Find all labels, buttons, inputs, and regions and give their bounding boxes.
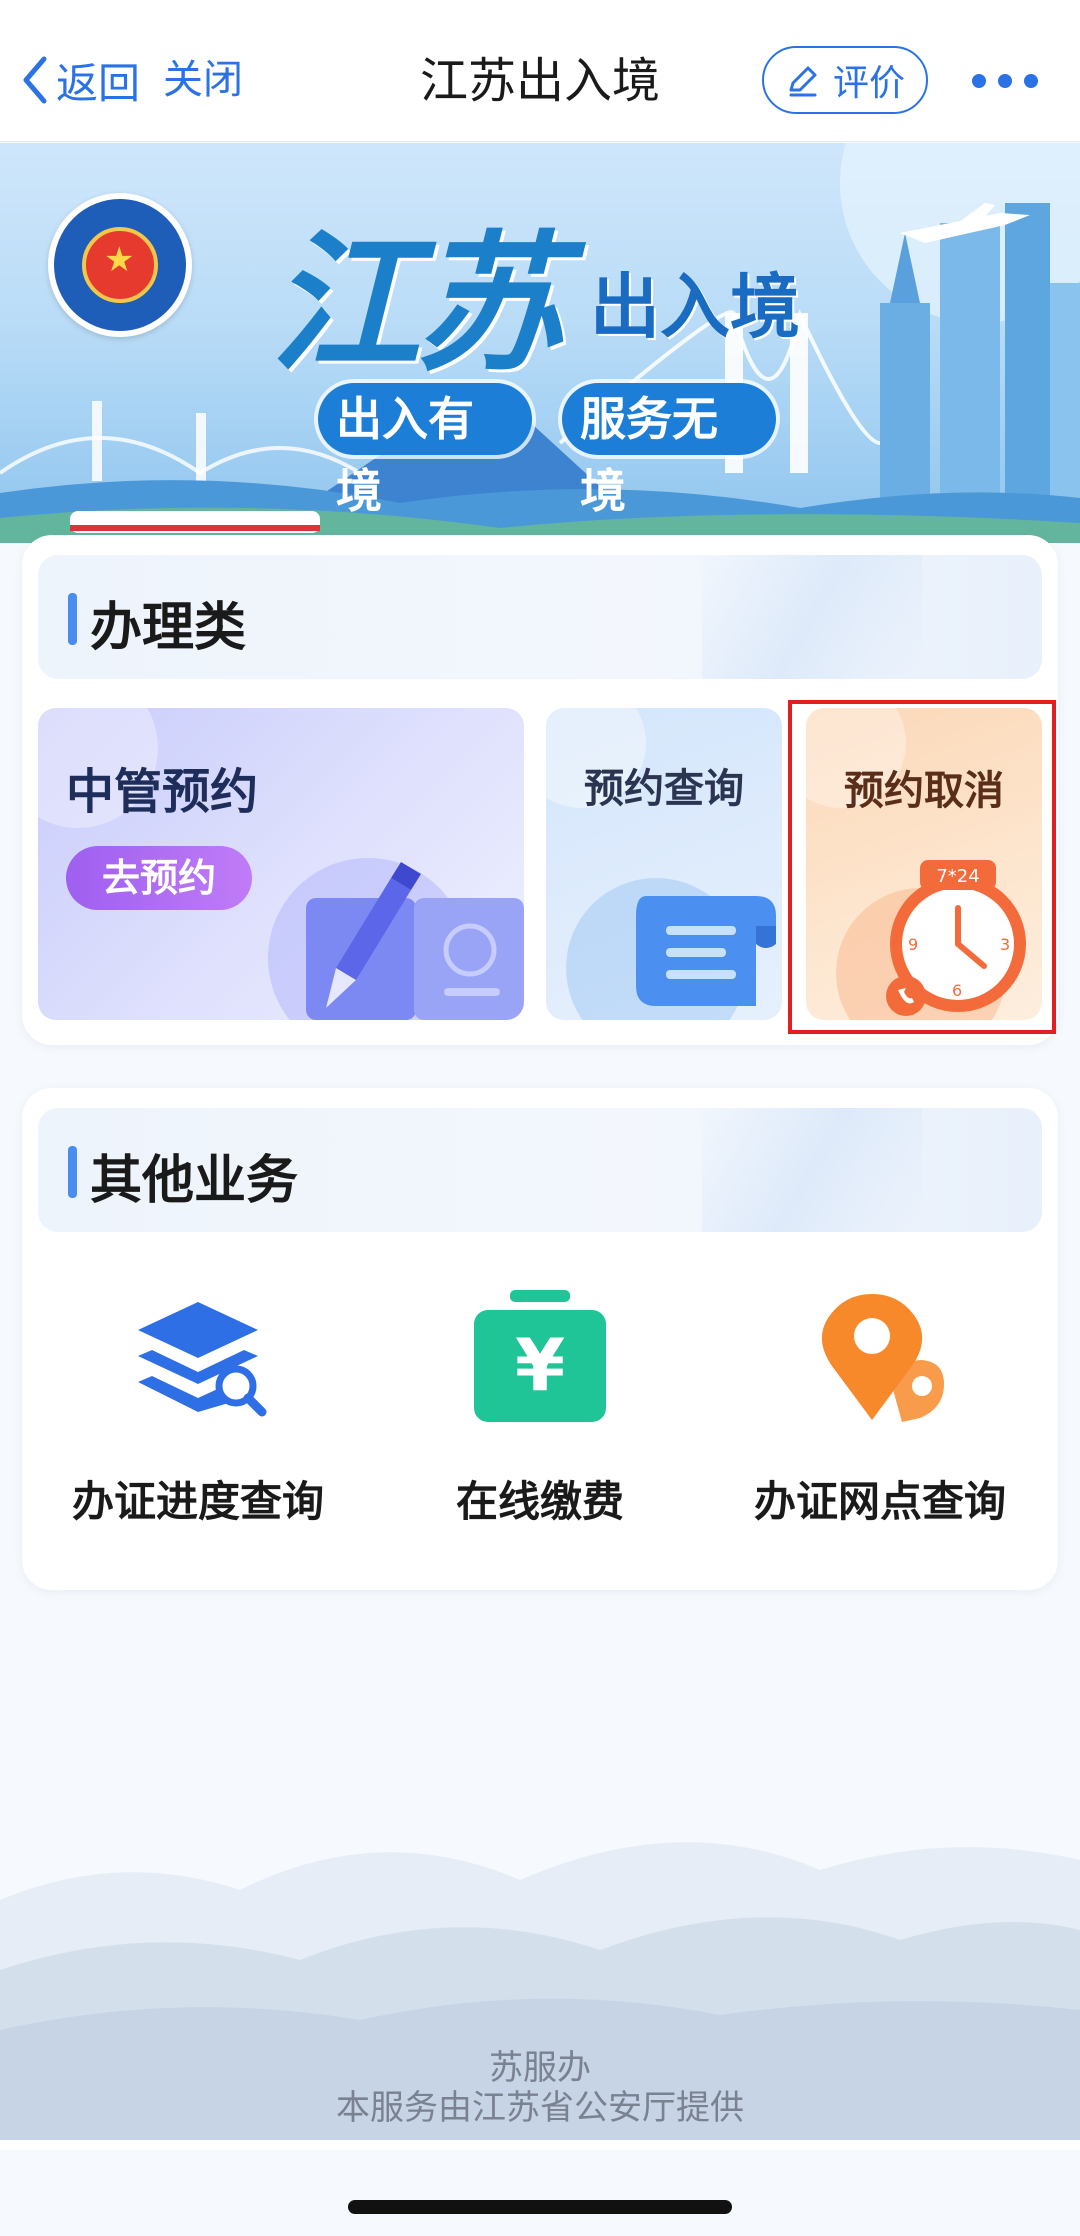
immigration-logo: ★ — [48, 193, 192, 337]
nav-bar: 返回 关闭 江苏出入境 评价 — [0, 0, 1080, 142]
home-indicator[interactable] — [348, 2200, 732, 2214]
edit-pen-icon — [789, 66, 817, 97]
tile-appointment[interactable]: 中管预约 去预约 — [38, 708, 524, 1020]
service-payment-label: 在线缴费 — [455, 1477, 624, 1526]
banner: ★ 江苏 出入境 出入有境 服务无境 — [0, 143, 1080, 543]
slogan-2: 服务无境 — [562, 383, 776, 518]
back-label: 返回 — [56, 58, 141, 108]
more-dot — [1024, 74, 1038, 88]
service-progress-query[interactable]: 办证进度查询 — [38, 1290, 358, 1540]
svg-text:¥: ¥ — [515, 1323, 565, 1407]
banner-title: 江苏 — [270, 216, 564, 392]
section-title: 办理类 — [90, 598, 247, 658]
more-button[interactable] — [950, 58, 1060, 104]
footer-provider: 本服务由江苏省公安厅提供 — [336, 2088, 744, 2128]
scroll-list-icon — [636, 896, 776, 1006]
tile-query[interactable]: 预约查询 — [546, 708, 782, 1020]
emblem-inner: ★ — [82, 227, 158, 303]
passport-pen-icon — [306, 862, 524, 1020]
tile-appointment-label: 中管预约 — [66, 764, 259, 820]
section-title: 其他业务 — [90, 1151, 299, 1211]
service-online-payment[interactable]: ¥ 在线缴费 — [380, 1290, 700, 1540]
star-icon: ★ — [104, 240, 135, 280]
handle-panel-header: 办理类 — [38, 555, 1042, 679]
go-appointment-button[interactable]: 去预约 — [66, 846, 252, 910]
rate-button[interactable]: 评价 — [762, 46, 928, 114]
yuan-wallet-icon: ¥ — [474, 1290, 606, 1422]
service-office-query[interactable]: 办证网点查询 — [720, 1290, 1040, 1540]
close-button[interactable]: 关闭 — [163, 50, 243, 110]
location-pin-icon — [821, 1294, 944, 1422]
back-button[interactable]: 返回 — [20, 50, 140, 110]
tile-query-label: 预约查询 — [584, 766, 744, 812]
other-panel-header: 其他业务 — [38, 1108, 1042, 1232]
chevron-left-icon — [23, 56, 47, 104]
page-title: 江苏出入境 — [419, 53, 660, 109]
slogan-1: 出入有境 — [318, 383, 532, 518]
service-office-label: 办证网点查询 — [753, 1477, 1006, 1526]
more-dot — [998, 74, 1012, 88]
section-marker — [68, 593, 77, 645]
layers-search-icon — [138, 1302, 267, 1417]
banner-subtitle: 出入境 — [590, 266, 800, 348]
highlight-box — [788, 700, 1056, 1034]
section-marker — [68, 1146, 77, 1198]
more-dot — [972, 74, 986, 88]
service-progress-label: 办证进度查询 — [71, 1477, 324, 1526]
rate-label: 评价 — [832, 63, 905, 104]
